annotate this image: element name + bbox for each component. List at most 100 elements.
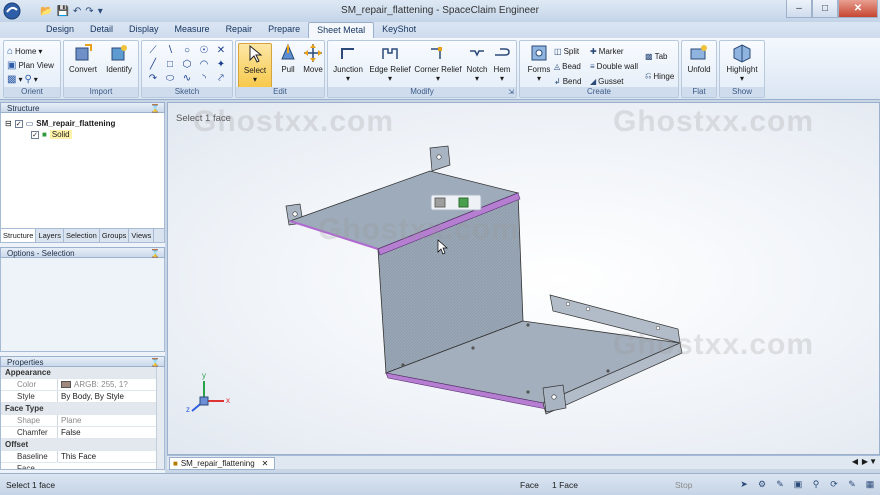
prop-category-appearance[interactable]: Appearance [1, 367, 164, 379]
tab-button[interactable]: ▩ Tab [645, 49, 667, 63]
tangent-line-icon[interactable]: ∖ [164, 45, 176, 57]
prop-category-face-type[interactable]: Face Type [1, 403, 164, 415]
tab-repair[interactable]: Repair [218, 22, 261, 38]
close-tab-icon[interactable]: ✕ [262, 458, 269, 470]
stop-button[interactable]: Stop [675, 480, 693, 490]
double-wall-button[interactable]: ≡ Double wall [590, 59, 638, 73]
tab-display[interactable]: Display [121, 22, 167, 38]
snap-icon[interactable]: ✎ [846, 478, 858, 490]
split-icon: ◫ [554, 46, 562, 56]
tab-design[interactable]: Design [38, 22, 82, 38]
convert-icon [75, 44, 92, 61]
solid-visibility-checkbox[interactable]: ✓ [31, 130, 39, 139]
trim-tool-icon[interactable]: ✕ [215, 45, 227, 57]
sweep-arc-icon[interactable]: ↷ [147, 73, 159, 85]
corner-relief-button[interactable]: Corner Relief ▾ [413, 43, 463, 87]
close-button[interactable]: ✕ [838, 0, 878, 18]
minimize-button[interactable]: – [786, 0, 812, 18]
highlight-button[interactable]: Highlight ▾ [725, 43, 759, 87]
filter-icon[interactable]: ⚙ [756, 478, 768, 490]
zoom-icon[interactable]: ⚲ [810, 478, 822, 490]
arc-tool-icon[interactable]: ◠ [198, 59, 210, 71]
hinge-icon: ⎌ [645, 71, 652, 80]
3d-viewport[interactable]: Select 1 face Ghostxx.com Ghostxx.com Gh… [167, 102, 880, 455]
tangent-arc-icon[interactable]: ◝ [198, 73, 210, 85]
prop-row-baseline-face[interactable]: Baseline Face This Face [1, 451, 164, 469]
hem-icon [495, 48, 510, 56]
hem-button[interactable]: Hem ▾ [489, 43, 515, 87]
display-icon[interactable]: ▣ [792, 478, 804, 490]
marker-button[interactable]: ✚ Marker [590, 44, 624, 58]
polygon-tool-icon[interactable]: ⬡ [181, 59, 193, 71]
tab-scroll-right-icon[interactable]: ▶ [862, 457, 868, 466]
show-group-label: Show [720, 87, 764, 97]
convert-button[interactable]: Convert [66, 43, 100, 87]
document-tab[interactable]: ■ SM_repair_flattening ✕ [169, 457, 276, 470]
tab-views[interactable]: Views [129, 229, 155, 242]
ellipse-tool-icon[interactable]: ⬭ [164, 73, 176, 85]
options-pin-icon[interactable]: ⌛ [150, 248, 160, 259]
identify-button[interactable]: Identify [102, 43, 136, 87]
tree-item-solid[interactable]: ✓ ■ Solid [31, 130, 72, 139]
select-button[interactable]: Select ▾ [238, 43, 272, 89]
move-button[interactable]: Move [296, 43, 330, 87]
tab-scroll-left-icon[interactable]: ◀ [852, 457, 858, 466]
maximize-button[interactable]: □ [812, 0, 838, 18]
prop-row-chamfer[interactable]: Chamfer False [1, 427, 164, 439]
split-button[interactable]: ◫ Split [554, 44, 579, 58]
notch-button[interactable]: Notch ▾ [464, 43, 490, 87]
gusset-button[interactable]: ◢ Gusset [590, 74, 624, 88]
pencil-icon[interactable]: ✎ [774, 478, 786, 490]
collapse-icon[interactable]: ⊟ [5, 119, 12, 128]
tab-sheet-metal[interactable]: Sheet Metal [308, 22, 375, 38]
sheet-metal-part[interactable] [168, 103, 880, 455]
color-swatch [61, 381, 71, 389]
tab-detail[interactable]: Detail [82, 22, 121, 38]
status-bar: Select 1 face Face 1 Face Stop ➤ ⚙ ✎ ▣ ⚲… [0, 473, 880, 495]
plan-view-icon: ▣ [7, 59, 17, 71]
import-group-label: Import [64, 87, 138, 97]
select-arrow-icon [249, 44, 263, 63]
point-tool-icon[interactable]: ✦ [215, 59, 227, 71]
unfold-button[interactable]: Unfold [682, 43, 716, 87]
tree-item-root[interactable]: ⊟ ✓ ▭ SM_repair_flattening [5, 119, 115, 128]
rectangle-tool-icon[interactable]: □ [164, 59, 176, 71]
selection-filter[interactable]: Face [520, 480, 539, 490]
prop-row-color[interactable]: Color ARGB: 255, 1? [1, 379, 164, 391]
select-mode-icon[interactable]: ➤ [738, 478, 750, 490]
hinge-button[interactable]: ⎌ Hinge [645, 69, 674, 83]
move-icon [304, 44, 322, 62]
view-cube-button[interactable]: ▩ ▾ ⚲ ▾ [7, 72, 38, 86]
tab-selection[interactable]: Selection [64, 229, 100, 242]
plan-view-button[interactable]: ▣ Plan View [7, 58, 54, 72]
circle-tool-icon[interactable]: ○ [181, 45, 193, 57]
properties-scrollbar[interactable] [156, 367, 164, 469]
three-point-circle-icon[interactable]: ☉ [198, 45, 210, 57]
junction-button[interactable]: Junction ▾ [330, 43, 366, 87]
construction-line-icon[interactable]: ╱ [147, 59, 159, 71]
show-group: Highlight ▾ Show [719, 40, 765, 98]
prop-category-offset[interactable]: Offset [1, 439, 164, 451]
tab-prepare[interactable]: Prepare [260, 22, 308, 38]
forms-button[interactable]: Forms ▾ [522, 43, 556, 87]
prop-row-style[interactable]: Style By Body, By Style [1, 391, 164, 403]
bead-button[interactable]: ◬ Bead [554, 59, 581, 73]
bend-button[interactable]: ↲ Bend [554, 74, 581, 88]
properties-grid: Appearance Color ARGB: 255, 1? Style By Bo… [0, 367, 165, 470]
grid-icon[interactable]: ▦ [864, 478, 876, 490]
tab-keyshot[interactable]: KeyShot [374, 22, 424, 38]
modify-dialog-launcher-icon[interactable]: ⇲ [508, 88, 514, 96]
spline-tool-icon[interactable]: ∿ [181, 73, 193, 85]
prop-row-shape[interactable]: Shape Plane [1, 415, 164, 427]
bend-line-icon[interactable]: ⤤ [215, 73, 227, 85]
tab-measure[interactable]: Measure [167, 22, 218, 38]
tab-layers[interactable]: Layers [36, 229, 64, 242]
edge-relief-button[interactable]: Edge Relief ▾ [368, 43, 412, 87]
rotate-icon[interactable]: ⟳ [828, 478, 840, 490]
tab-structure[interactable]: Structure [1, 229, 37, 242]
tab-groups[interactable]: Groups [100, 229, 130, 242]
root-visibility-checkbox[interactable]: ✓ [14, 119, 23, 128]
tab-list-icon[interactable]: ▼ [869, 457, 877, 466]
home-button[interactable]: ⌂ Home ▾ [7, 44, 42, 58]
line-tool-icon[interactable]: ⟋ [147, 45, 159, 57]
